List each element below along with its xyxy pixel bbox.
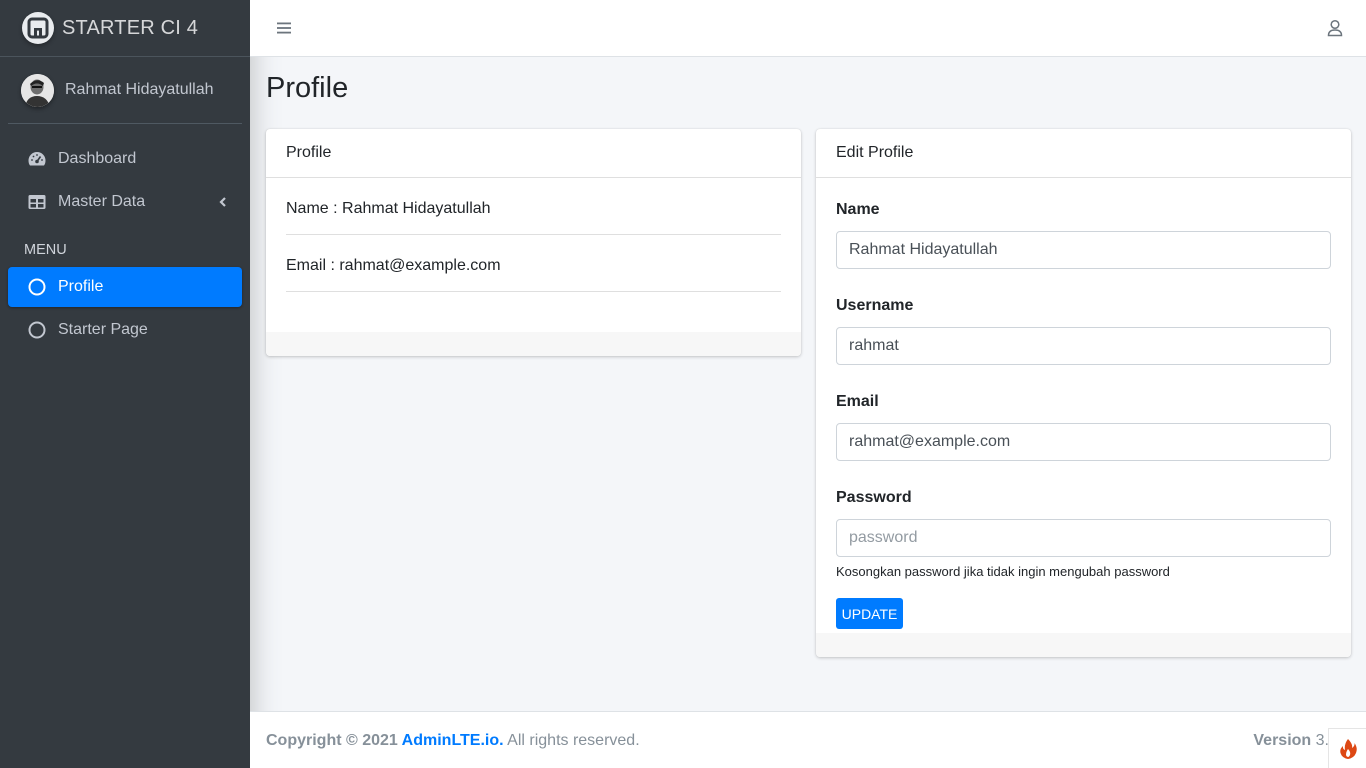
name-label: Name <box>836 201 880 218</box>
brand-link[interactable]: STARTER CI 4 <box>0 0 250 57</box>
email-label: Email <box>836 393 879 410</box>
profile-card: Profile Name : Rahmat Hidayatullah Email… <box>266 129 801 356</box>
codeigniter-flame-icon <box>1339 738 1357 759</box>
sidebar-nav: Dashboard Master Data MENU Profile Start… <box>0 124 250 350</box>
sidebar-item-profile[interactable]: Profile <box>8 267 242 307</box>
user-panel[interactable]: Rahmat Hidayatullah <box>8 57 242 124</box>
table-icon <box>27 192 47 212</box>
password-form-group: Password password Kosongkan password jik… <box>836 489 1331 579</box>
password-field[interactable]: password <box>836 519 1331 557</box>
user-name: Rahmat Hidayatullah <box>65 81 214 98</box>
hamburger-menu-icon[interactable] <box>276 20 292 36</box>
profile-email-row: Email : rahmat@example.com <box>286 235 781 292</box>
sidebar-item-label: Dashboard <box>58 150 137 167</box>
name-form-group: Name Rahmat Hidayatullah <box>836 201 1331 269</box>
email-form-group: Email rahmat@example.com <box>836 393 1331 461</box>
user-icon[interactable] <box>1327 19 1343 37</box>
version-value: 3. <box>1311 732 1329 749</box>
user-avatar <box>21 73 54 107</box>
sidebar-item-label: Master Data <box>58 193 146 210</box>
circle-icon <box>27 320 47 340</box>
rights-text: All rights reserved. <box>503 732 640 749</box>
version-text: Version 3. <box>1253 732 1329 750</box>
copyright-text: Copyright © 2021 AdminLTE.io. All rights… <box>266 732 640 750</box>
main-sidebar: STARTER CI 4 Rahmat Hidayatullah Dashboa… <box>0 0 250 768</box>
sidebar-item-label: Profile <box>58 278 104 295</box>
chevron-left-icon[interactable] <box>218 194 228 210</box>
sidebar-item-starter-page[interactable]: Starter Page <box>8 310 242 350</box>
circle-icon <box>27 277 47 297</box>
main-footer: Copyright © 2021 AdminLTE.io. All rights… <box>250 711 1366 768</box>
profile-card-header: Profile <box>266 129 801 178</box>
update-button[interactable]: UPDATE <box>836 598 903 629</box>
sidebar-item-label: Starter Page <box>58 321 148 338</box>
email-field[interactable]: rahmat@example.com <box>836 423 1331 461</box>
username-form-group: Username rahmat <box>836 297 1331 365</box>
profile-name-row: Name : Rahmat Hidayatullah <box>286 178 781 235</box>
copyright-prefix: Copyright © 2021 <box>266 732 402 749</box>
tachometer-icon <box>27 149 47 169</box>
password-help-text: Kosongkan password jika tidak ingin meng… <box>836 564 1170 579</box>
brand-text: STARTER CI 4 <box>62 16 199 39</box>
top-navbar <box>250 0 1366 57</box>
username-field[interactable]: rahmat <box>836 327 1331 365</box>
codeigniter-debug-toolbar-button[interactable] <box>1328 728 1366 768</box>
adminlte-link[interactable]: AdminLTE.io. <box>402 732 504 749</box>
password-label: Password <box>836 489 912 506</box>
sidebar-item-dashboard[interactable]: Dashboard <box>8 139 242 179</box>
nav-header-menu: MENU <box>24 242 67 258</box>
edit-profile-card-header: Edit Profile <box>816 129 1351 178</box>
name-field[interactable]: Rahmat Hidayatullah <box>836 231 1331 269</box>
profile-card-footer <box>266 332 801 356</box>
sidebar-item-master-data[interactable]: Master Data <box>8 182 242 222</box>
page-title: Profile <box>266 72 349 104</box>
edit-profile-card-footer <box>816 633 1351 657</box>
username-label: Username <box>836 297 914 314</box>
edit-profile-form: Name Rahmat Hidayatullah Username rahmat… <box>816 178 1351 629</box>
edit-profile-card: Edit Profile Name Rahmat Hidayatullah Us… <box>816 129 1351 657</box>
version-label: Version <box>1253 732 1312 749</box>
adminlte-logo-icon <box>22 12 54 44</box>
